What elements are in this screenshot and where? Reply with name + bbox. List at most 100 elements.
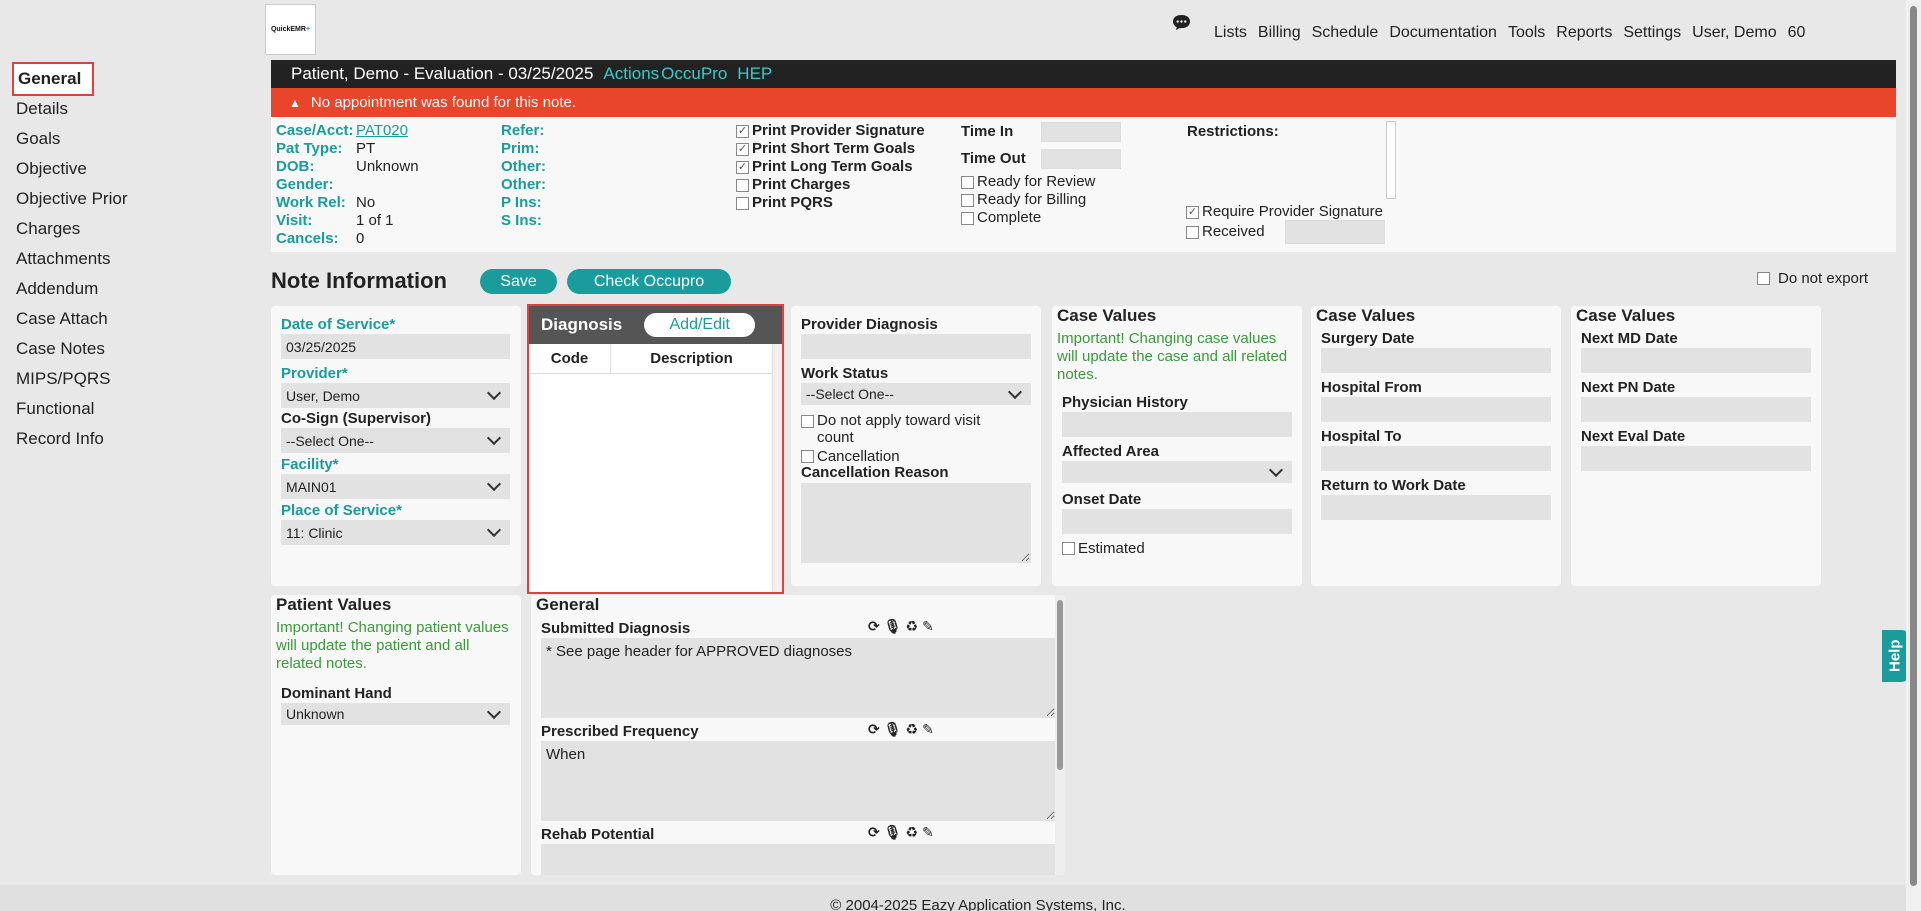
submitted-diagnosis-input[interactable] — [541, 638, 1056, 718]
nav-settings[interactable]: Settings — [1623, 24, 1681, 42]
checkbox-checked[interactable]: ✓ — [736, 160, 749, 174]
ready-for-review[interactable]: Ready for Review — [961, 173, 1121, 191]
dominant-hand-select[interactable]: Unknown — [281, 703, 510, 725]
estimated-checkbox[interactable]: Estimated — [1062, 539, 1145, 557]
recycle-icon[interactable]: ♻ — [906, 824, 919, 841]
leftnav-case-notes[interactable]: Case Notes — [12, 334, 162, 364]
recycle-icon[interactable]: ♻ — [906, 721, 919, 738]
print-pqrs[interactable]: Print PQRS — [736, 194, 925, 212]
next-md-date-input[interactable] — [1581, 348, 1811, 373]
hospital-from-input[interactable] — [1321, 397, 1551, 422]
affected-area-select[interactable] — [1062, 461, 1292, 483]
nav-reports[interactable]: Reports — [1556, 24, 1612, 42]
do-not-apply-checkbox[interactable]: Do not apply toward visit count — [801, 412, 1021, 446]
physician-history-input[interactable] — [1062, 412, 1292, 437]
next-pn-date-input[interactable] — [1581, 397, 1811, 422]
print-charges[interactable]: Print Charges — [736, 176, 925, 194]
checkbox[interactable] — [801, 415, 814, 428]
refresh-icon[interactable]: ⟳ — [868, 824, 880, 841]
received-date-input[interactable] — [1284, 220, 1385, 244]
checkbox[interactable] — [1757, 272, 1770, 285]
checkbox[interactable] — [961, 193, 974, 207]
checkbox[interactable] — [1186, 225, 1199, 239]
leftnav-general[interactable]: General — [12, 62, 94, 96]
microphone-icon[interactable]: 🎙 — [884, 721, 902, 738]
pos-select[interactable]: 11: Clinic — [281, 520, 510, 545]
provider-select[interactable]: User, Demo — [281, 383, 510, 408]
occupro-link[interactable]: OccuPro — [661, 64, 727, 84]
checkbox-checked[interactable]: ✓ — [736, 142, 749, 156]
time-out-input[interactable] — [1041, 149, 1121, 169]
checkbox-checked[interactable]: ✓ — [1186, 205, 1199, 219]
ready-for-billing[interactable]: Ready for Billing — [961, 191, 1121, 209]
checkbox[interactable] — [801, 449, 814, 463]
nav-billing[interactable]: Billing — [1258, 24, 1301, 42]
require-provider-signature[interactable]: ✓ Require Provider Signature — [1186, 203, 1385, 221]
time-in-input[interactable] — [1041, 122, 1121, 142]
onset-date-input[interactable] — [1062, 509, 1292, 534]
leftnav-case-attach[interactable]: Case Attach — [12, 304, 162, 334]
col-code[interactable]: Code — [529, 344, 611, 373]
provider-diagnosis-input[interactable] — [801, 334, 1031, 359]
facility-select[interactable]: MAIN01 — [281, 474, 510, 499]
refresh-icon[interactable]: ⟳ — [868, 721, 880, 738]
edit-icon[interactable]: ✎ — [922, 721, 934, 738]
help-tab[interactable]: Help — [1882, 630, 1908, 682]
hospital-to-input[interactable] — [1321, 446, 1551, 471]
leftnav-charges[interactable]: Charges — [12, 214, 162, 244]
nav-user[interactable]: User, Demo — [1692, 24, 1776, 42]
general-scroll-thumb[interactable] — [1057, 600, 1063, 770]
actions-menu[interactable]: Actions — [603, 64, 659, 84]
case-acct-link[interactable]: PAT020 — [356, 122, 408, 140]
checkbox[interactable] — [736, 178, 749, 192]
complete[interactable]: Complete — [961, 209, 1121, 227]
surgery-date-input[interactable] — [1321, 348, 1551, 373]
edit-icon[interactable]: ✎ — [922, 824, 934, 841]
leftnav-addendum[interactable]: Addendum — [12, 274, 162, 304]
check-occupro-button[interactable]: Check Occupro — [567, 269, 731, 294]
page-scroll-thumb[interactable] — [1910, 6, 1917, 886]
checkbox[interactable] — [736, 196, 749, 210]
nav-schedule[interactable]: Schedule — [1312, 24, 1379, 42]
diagnosis-scrollbar[interactable] — [772, 344, 782, 592]
chat-icon[interactable] — [1172, 14, 1191, 31]
app-logo[interactable]: QuickEMR + — [265, 4, 316, 55]
restrictions-scrollbar[interactable] — [1386, 121, 1396, 199]
save-button[interactable]: Save — [480, 269, 557, 294]
hep-link[interactable]: HEP — [737, 64, 772, 84]
microphone-icon[interactable]: 🎙 — [884, 824, 902, 841]
leftnav-record-info[interactable]: Record Info — [12, 424, 162, 454]
print-provider-signature[interactable]: ✓ Print Provider Signature — [736, 122, 925, 140]
work-status-select[interactable]: --Select One-- — [801, 383, 1031, 405]
nav-tools[interactable]: Tools — [1508, 24, 1545, 42]
cancellation-reason-input[interactable] — [801, 483, 1031, 563]
print-short-term-goals[interactable]: ✓ Print Short Term Goals — [736, 140, 925, 158]
do-not-export[interactable]: Do not export — [1757, 270, 1868, 287]
print-long-term-goals[interactable]: ✓ Print Long Term Goals — [736, 158, 925, 176]
nav-lists[interactable]: Lists — [1214, 24, 1247, 42]
leftnav-goals[interactable]: Goals — [12, 124, 162, 154]
checkbox[interactable] — [1062, 541, 1075, 555]
refresh-icon[interactable]: ⟳ — [868, 618, 880, 635]
leftnav-objective-prior[interactable]: Objective Prior — [12, 184, 162, 214]
return-to-work-input[interactable] — [1321, 495, 1551, 520]
cancellation-checkbox[interactable]: Cancellation — [801, 447, 900, 465]
col-description[interactable]: Description — [611, 344, 772, 373]
next-eval-date-input[interactable] — [1581, 446, 1811, 471]
leftnav-objective[interactable]: Objective — [12, 154, 162, 184]
checkbox[interactable] — [961, 175, 974, 189]
edit-icon[interactable]: ✎ — [922, 618, 934, 635]
microphone-icon[interactable]: 🎙 — [884, 618, 902, 635]
checkbox[interactable] — [961, 211, 974, 225]
prescribed-frequency-input[interactable] — [541, 741, 1056, 821]
dos-input[interactable]: 03/25/2025 — [281, 334, 510, 359]
leftnav-mips-pqrs[interactable]: MIPS/PQRS — [12, 364, 162, 394]
add-edit-diagnosis-button[interactable]: Add/Edit — [644, 313, 756, 337]
recycle-icon[interactable]: ♻ — [906, 618, 919, 635]
leftnav-details[interactable]: Details — [12, 94, 162, 124]
received[interactable]: Received — [1186, 220, 1385, 244]
leftnav-functional[interactable]: Functional — [12, 394, 162, 424]
cosign-select[interactable]: --Select One-- — [281, 428, 510, 453]
leftnav-attachments[interactable]: Attachments — [12, 244, 162, 274]
rehab-potential-input[interactable] — [541, 844, 1056, 875]
